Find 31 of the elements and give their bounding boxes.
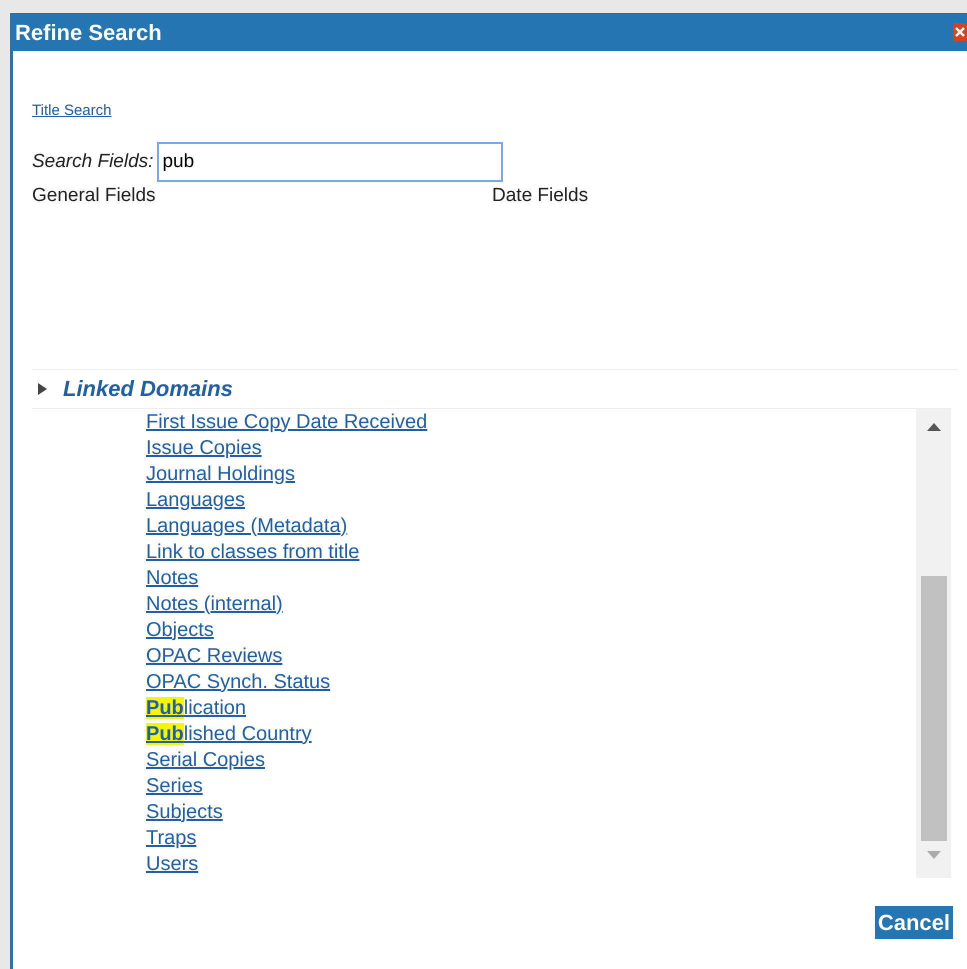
domain-link[interactable]: Objects [146,616,214,642]
domain-link[interactable]: Journal Holdings [146,460,295,486]
domain-link[interactable]: First Issue Copy Date Received [146,408,428,434]
column-heading: Date Fields [492,184,588,208]
scroll-up-icon[interactable] [926,422,940,430]
domain-link[interactable]: Issue Copies [146,434,262,460]
domain-link[interactable]: Notes (internal) [146,590,283,616]
domain-link[interactable]: Published Country [146,720,312,746]
domain-link[interactable]: OPAC Synch. Status [146,668,330,694]
scrollbar-thumb[interactable] [920,576,946,840]
section-title[interactable]: Linked Domains [63,372,233,405]
scrollbar[interactable] [916,408,951,878]
title-search-link[interactable]: Title Search [32,102,112,119]
domain-link[interactable]: Series [146,772,203,798]
search-field[interactable]: pub [157,142,504,182]
domain-link[interactable]: OPAC Reviews [146,642,282,668]
domain-link[interactable]: Languages (Metadata) [146,512,348,538]
domain-link[interactable]: Traps [146,824,196,850]
domain-link[interactable]: Subjects [146,798,223,824]
search-fields-label: Search Fields: [32,150,154,174]
expand-arrow-icon[interactable] [38,382,47,394]
close-icon[interactable] [953,23,967,41]
cancel-button[interactable]: Cancel [874,906,953,938]
domain-link[interactable]: Notes [146,564,198,590]
column-heading: General Fields [32,184,157,208]
domain-link[interactable]: Serial Copies [146,746,265,772]
domain-link[interactable]: Users [146,850,198,876]
domain-link[interactable]: Publication [146,694,246,720]
domain-link[interactable]: Languages [146,486,245,512]
dialog-title: Refine Search [15,18,162,46]
domain-link[interactable]: Link to classes from title [146,538,360,564]
